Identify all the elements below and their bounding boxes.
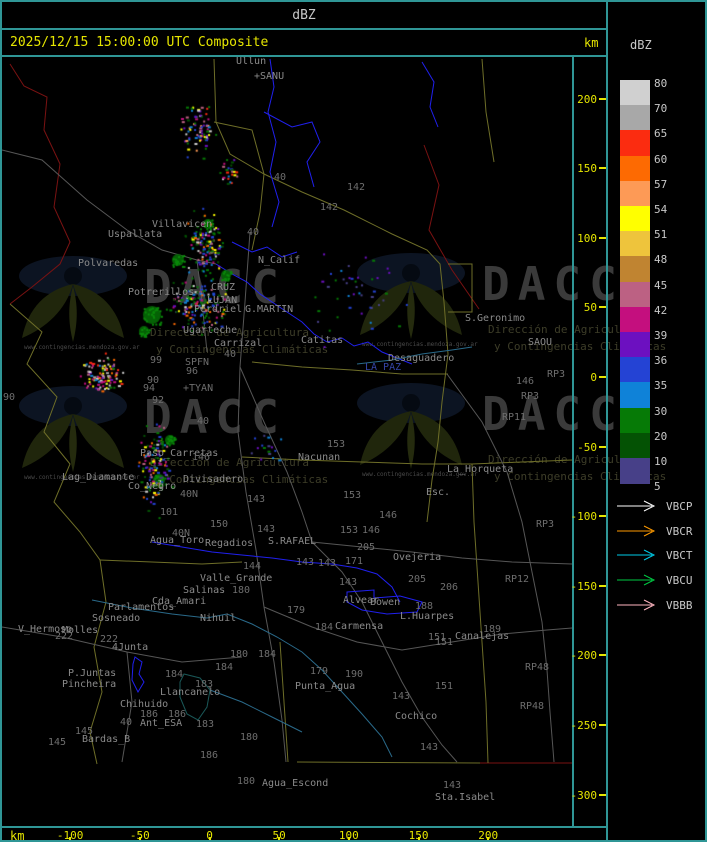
vector-legend-row: VBCR	[616, 524, 693, 538]
x-axis-tick-label: 0	[206, 829, 213, 842]
scale-value: 30	[654, 404, 668, 418]
y-axis-tick-label: 150	[577, 162, 597, 176]
frame-divider	[606, 2, 608, 840]
scale-value: 10	[654, 455, 668, 468]
y-axis-tick	[599, 793, 606, 796]
scale-value: 51	[654, 228, 668, 242]
vector-legend-row: VBCT	[616, 548, 693, 562]
vector-legend-row: VBCU	[616, 573, 693, 587]
x-axis-tick-label: 150	[408, 829, 429, 842]
scale-band	[620, 382, 650, 409]
radar-app-window: DACC Dirección de Agricultura y Continge…	[0, 0, 707, 842]
vector-label: VBCP	[666, 499, 693, 513]
scale-band	[620, 256, 650, 283]
scale-band	[620, 407, 650, 434]
scale-band	[620, 206, 650, 232]
y-axis-tick-label: 200	[577, 92, 597, 106]
scale-value: 5	[654, 480, 661, 494]
y-axis-tick-label: -250	[570, 719, 598, 733]
km-unit-top: km	[584, 36, 599, 50]
y-axis-tick	[599, 306, 606, 309]
scale-band	[620, 80, 650, 106]
vector-arrow-icon	[617, 599, 656, 611]
scale-band	[620, 306, 650, 333]
scale-value: 36	[654, 354, 668, 368]
scale-value: 20	[654, 429, 668, 443]
vector-arrow-icon	[617, 574, 656, 586]
scale-band	[620, 231, 650, 257]
y-axis-tick-label: -50	[577, 440, 597, 454]
y-axis-tick	[599, 236, 606, 239]
scale-value: 65	[654, 127, 668, 141]
vector-label: VBCU	[666, 573, 693, 587]
scale-value: 35	[654, 379, 668, 393]
vector-arrow-icon	[617, 500, 656, 512]
scale-band	[620, 357, 650, 383]
y-axis-tick	[599, 654, 606, 657]
y-axis-tick	[599, 515, 606, 518]
x-axis-tick	[487, 837, 490, 840]
y-axis-tick-label: 50	[583, 301, 597, 315]
scale-band	[620, 180, 650, 207]
scale-value: 42	[654, 303, 668, 317]
x-axis-tick	[347, 837, 350, 840]
x-axis-tick	[208, 837, 211, 840]
scale-value: 39	[654, 329, 668, 342]
y-axis-tick-label: -150	[570, 579, 598, 593]
x-axis-tick	[417, 837, 420, 840]
page-title: dBZ	[292, 7, 316, 23]
scale-band	[620, 432, 650, 459]
map-bottom-border	[2, 826, 606, 828]
scale-value: 80	[654, 77, 668, 90]
x-axis-tick-label: 200	[478, 829, 499, 842]
scale-value: 60	[654, 152, 668, 166]
scale-band	[620, 130, 650, 157]
y-axis-tick-label: 100	[577, 231, 597, 245]
vector-label: VBCT	[666, 548, 693, 562]
frame-divider	[2, 55, 606, 57]
scale-value: 45	[654, 278, 668, 292]
x-axis-tick	[138, 837, 141, 840]
radar-echo-layer	[2, 57, 572, 827]
vector-arrow-icon	[617, 549, 656, 561]
vector-legend-row: VBBB	[616, 598, 693, 612]
y-axis-tick-label: 0	[590, 371, 597, 384]
x-axis-tick-label: 100	[338, 829, 359, 842]
y-axis-tick	[599, 167, 606, 170]
y-axis-tick-label: -200	[570, 649, 598, 663]
km-unit-bottom: km	[10, 829, 25, 842]
vector-label: VBBB	[666, 598, 693, 612]
vector-label: VBCR	[666, 524, 693, 538]
vector-legend-row: VBCP	[616, 499, 693, 513]
scale-band	[620, 332, 650, 358]
scale-band	[620, 458, 650, 484]
x-axis-tick	[69, 837, 72, 840]
y-axis-tick	[599, 376, 606, 378]
x-axis-tick	[278, 837, 281, 840]
x-axis-tick-label: -100	[56, 829, 84, 842]
scale-value: 57	[654, 177, 668, 191]
y-axis-tick-label: -100	[570, 510, 598, 524]
y-axis-tick	[599, 584, 606, 587]
y-axis-tick	[599, 445, 606, 448]
scale-value: 48	[654, 253, 668, 267]
timestamp: 2025/12/15 15:00:00 UTC Composite	[10, 35, 269, 50]
scale-value: 70	[654, 102, 668, 116]
x-axis-tick-label: 50	[272, 829, 286, 842]
scale-value: 54	[654, 203, 668, 216]
scale-band	[620, 281, 650, 308]
scale-band	[620, 155, 650, 182]
scale-band	[620, 105, 650, 131]
x-axis-tick-label: -50	[129, 829, 150, 842]
y-axis-tick-label: -300	[570, 788, 598, 802]
vector-arrow-icon	[617, 525, 656, 537]
y-axis-tick	[599, 97, 606, 100]
y-axis-tick	[599, 724, 606, 727]
scale-title: dBZ	[630, 38, 652, 52]
